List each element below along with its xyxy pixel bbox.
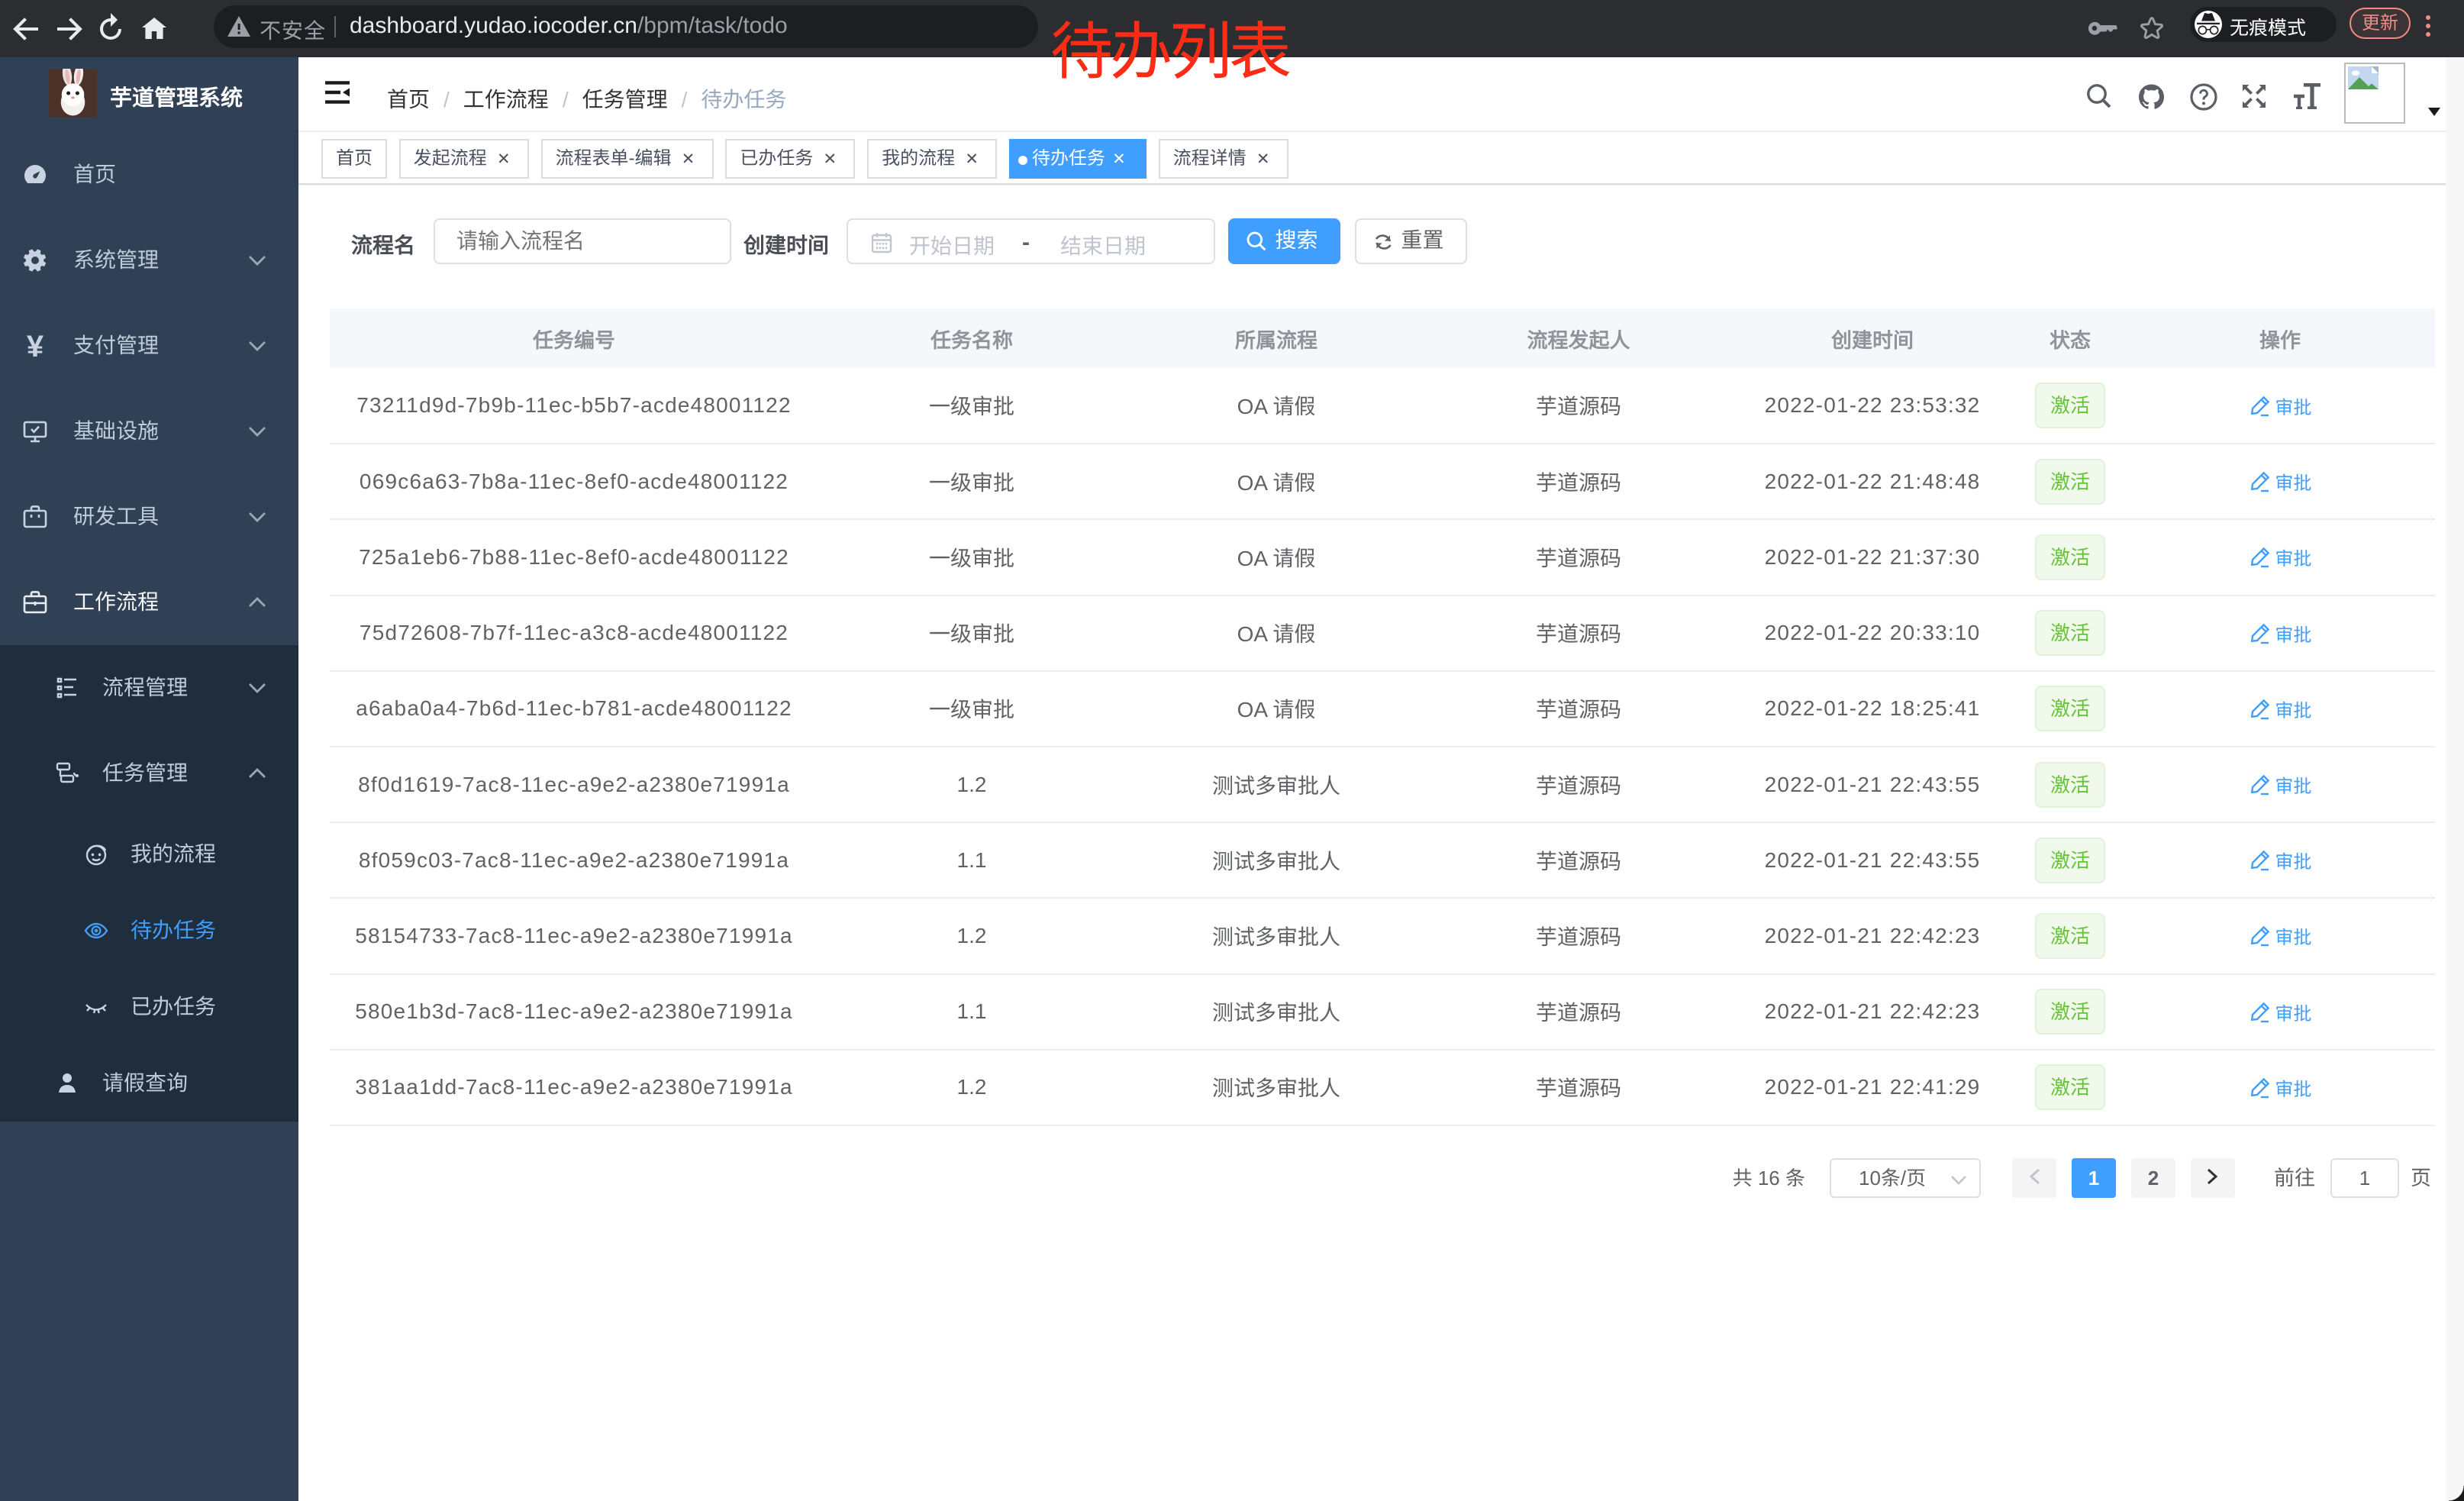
svg-text:¥: ¥ (27, 334, 44, 358)
